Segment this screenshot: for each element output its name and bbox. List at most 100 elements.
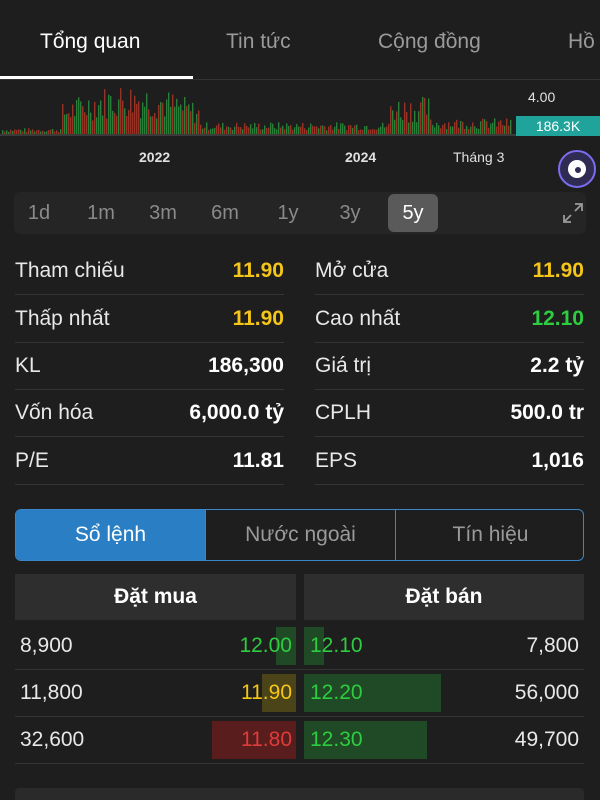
volume-bar: [94, 101, 96, 134]
volume-bar: [488, 127, 490, 134]
volume-bar: [508, 125, 510, 134]
tab-news[interactable]: Tin tức: [226, 30, 291, 54]
volume-bar: [308, 127, 310, 134]
stat-market-cap: Vốn hóa 6,000.0 tỷ: [15, 391, 284, 437]
volume-bar: [64, 114, 66, 134]
volume-bar: [140, 118, 142, 134]
next-section-header: [15, 788, 584, 800]
volume-bar: [340, 123, 342, 134]
volume-bar: [268, 127, 270, 134]
volume-bar: [180, 104, 182, 134]
volume-bar: [288, 125, 290, 134]
volume-bar: [370, 129, 372, 134]
volume-bar: [60, 129, 62, 134]
volume-bar: [448, 122, 450, 134]
segment-signals[interactable]: Tín hiệu: [396, 510, 583, 560]
volume-bar: [170, 106, 172, 134]
volume-bar: [382, 122, 384, 134]
volume-bar: [500, 120, 502, 134]
volume-bar: [92, 120, 94, 134]
orderbook-row[interactable]: 32,600 11.80 12.30 49,700: [15, 717, 584, 764]
volume-bar: [436, 122, 438, 134]
range-6m[interactable]: 6m: [200, 194, 250, 232]
volume-bar: [186, 106, 188, 134]
stat-volume: KL 186,300: [15, 344, 284, 390]
orderbook-row[interactable]: 11,800 11.90 12.20 56,000: [15, 670, 584, 717]
floating-assistant-button[interactable]: [558, 150, 596, 188]
volume-bar: [196, 113, 198, 134]
volume-bar: [192, 102, 194, 134]
volume-bar: [316, 126, 318, 134]
volume-bar: [282, 125, 284, 134]
volume-bar: [454, 122, 456, 134]
volume-bar: [6, 130, 8, 134]
volume-bar: [152, 116, 154, 134]
volume-bar: [54, 131, 56, 134]
volume-bar: [318, 128, 320, 134]
volume-bar: [302, 122, 304, 134]
volume-bar: [452, 126, 454, 134]
tab-overview[interactable]: Tổng quan: [40, 30, 140, 54]
volume-bar: [202, 128, 204, 134]
orderbook-row[interactable]: 8,900 12.00 12.10 7,800: [15, 623, 584, 670]
volume-bar: [470, 126, 472, 134]
x-axis-label-2022: 2022: [139, 149, 171, 165]
volume-bar: [234, 126, 236, 134]
stat-value: 186,300: [208, 354, 284, 377]
volume-bar: [22, 131, 24, 134]
range-1y[interactable]: 1y: [263, 194, 313, 232]
segment-foreign[interactable]: Nước ngoài: [206, 510, 395, 560]
volume-bar: [156, 118, 158, 134]
stat-shares-outstanding: CPLH 500.0 tr: [315, 391, 584, 437]
range-3m[interactable]: 3m: [138, 194, 188, 232]
volume-bar: [412, 121, 414, 134]
x-axis-label-2024: 2024: [345, 149, 377, 165]
volume-bar: [364, 126, 366, 134]
volume-bar: [48, 130, 50, 134]
volume-bar: [62, 103, 64, 134]
volume-bar: [20, 129, 22, 134]
volume-bar: [474, 126, 476, 134]
segment-order-book[interactable]: Sổ lệnh: [16, 510, 205, 560]
tab-profile[interactable]: Hồ: [568, 30, 595, 54]
volume-bar: [254, 122, 256, 134]
volume-bar: [40, 131, 42, 134]
stat-value: 12.10: [531, 307, 584, 330]
volume-bar: [298, 126, 300, 134]
volume-bar: [142, 102, 144, 134]
volume-bar: [490, 123, 492, 134]
stat-label: Giá trị: [315, 354, 372, 377]
volume-bar: [68, 113, 70, 134]
sell-price: 12.30: [310, 728, 363, 751]
volume-bar: [362, 129, 364, 134]
volume-bar: [4, 131, 6, 134]
volume-bar: [182, 110, 184, 134]
expand-icon[interactable]: [562, 202, 584, 224]
range-5y[interactable]: 5y: [388, 194, 438, 232]
top-tab-bar: Tổng quan Tin tức Cộng đồng Hồ: [0, 0, 600, 80]
volume-bar: [50, 129, 52, 134]
volume-bar: [58, 131, 60, 134]
volume-bar: [174, 106, 176, 134]
volume-bar: [2, 130, 4, 134]
volume-bar: [432, 124, 434, 134]
volume-bar: [486, 121, 488, 134]
volume-bar: [88, 100, 90, 134]
volume-bar: [26, 131, 28, 134]
sell-volume: 49,700: [514, 728, 579, 751]
volume-bar: [38, 129, 40, 134]
stat-label: Thấp nhất: [15, 307, 110, 330]
tab-community[interactable]: Cộng đồng: [378, 30, 481, 54]
volume-bar: [420, 102, 422, 134]
volume-tag: 186.3K: [516, 116, 600, 136]
range-1d[interactable]: 1d: [14, 194, 64, 232]
volume-bar: [190, 111, 192, 134]
range-3y[interactable]: 3y: [325, 194, 375, 232]
volume-bar: [418, 111, 420, 134]
price-volume-chart[interactable]: 4.00 186.3K 2022 2024 Tháng 3: [0, 80, 600, 190]
stat-value: 500.0 tr: [510, 401, 584, 424]
volume-bar: [300, 126, 302, 134]
range-1m[interactable]: 1m: [76, 194, 126, 232]
volume-bar: [290, 125, 292, 134]
volume-bar: [262, 129, 264, 134]
